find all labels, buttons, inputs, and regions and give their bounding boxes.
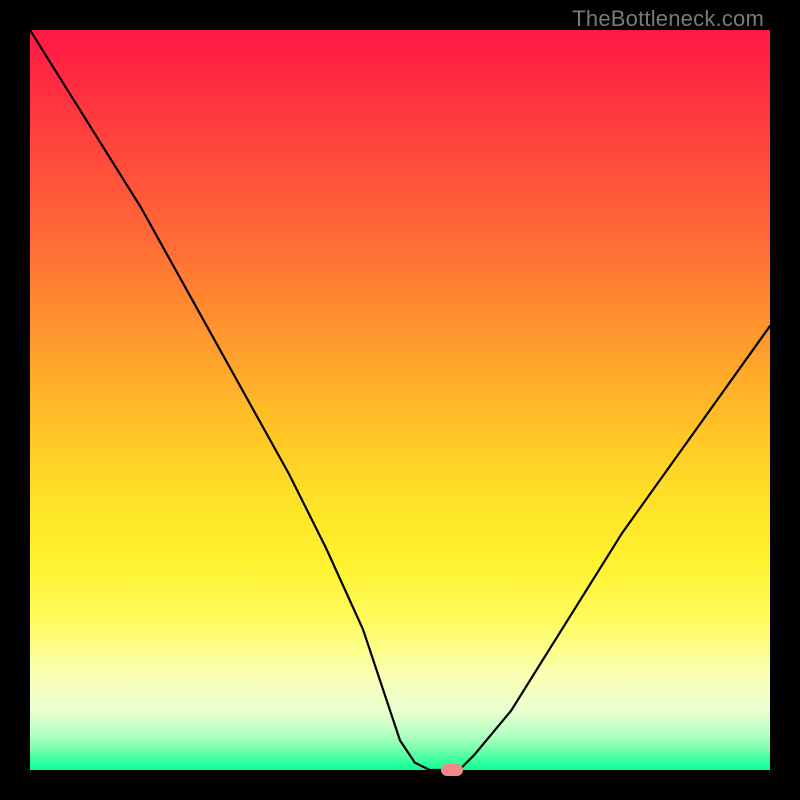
- bottleneck-figure: TheBottleneck.com: [0, 0, 800, 800]
- optimum-marker: [441, 764, 463, 776]
- curve-path: [30, 30, 770, 770]
- plot-area: [30, 30, 770, 770]
- bottleneck-curve: [30, 30, 770, 770]
- watermark-text: TheBottleneck.com: [572, 6, 764, 32]
